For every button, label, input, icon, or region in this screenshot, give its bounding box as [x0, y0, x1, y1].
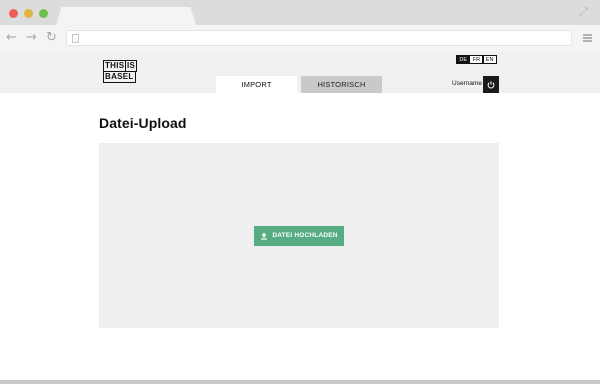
page-icon [72, 34, 79, 43]
lang-fr-button[interactable]: FR [469, 55, 484, 64]
language-switcher: DE FR EN [456, 55, 497, 64]
fullscreen-icon[interactable]: ⤢ [579, 7, 590, 18]
lang-en-button[interactable]: EN [482, 55, 497, 64]
address-bar[interactable] [66, 30, 572, 46]
tab-import[interactable]: IMPORT [216, 76, 297, 93]
upload-button-label: DATEI HOCHLADEN [272, 232, 338, 239]
browser-chrome: ⤢ ← → ↻ [0, 0, 600, 52]
upload-icon [261, 232, 268, 240]
upload-file-button[interactable]: DATEI HOCHLADEN [254, 226, 344, 246]
power-icon [487, 80, 495, 88]
forward-icon[interactable]: → [26, 31, 37, 45]
browser-tab[interactable] [56, 7, 196, 25]
browser-tabstrip: ⤢ [0, 0, 600, 25]
page-title: Datei-Upload [99, 115, 187, 131]
tab-historisch[interactable]: HISTORISCH [301, 76, 382, 93]
close-window-icon[interactable] [9, 9, 18, 18]
browser-navbar: ← → ↻ [0, 25, 600, 52]
logo-word-basel: BASEL [103, 70, 136, 83]
reload-icon[interactable]: ↻ [46, 31, 57, 45]
username-label: Username [452, 80, 482, 87]
minimize-window-icon[interactable] [24, 9, 33, 18]
window-bottom-edge [0, 380, 600, 384]
browser-menu-icon[interactable] [583, 34, 592, 42]
lang-de-button[interactable]: DE [456, 55, 471, 64]
back-icon[interactable]: ← [6, 31, 17, 45]
this-is-basel-logo[interactable]: THIS IS BASEL [103, 60, 147, 84]
maximize-window-icon[interactable] [39, 9, 48, 18]
logout-button[interactable] [483, 76, 499, 93]
app-header [0, 52, 600, 93]
